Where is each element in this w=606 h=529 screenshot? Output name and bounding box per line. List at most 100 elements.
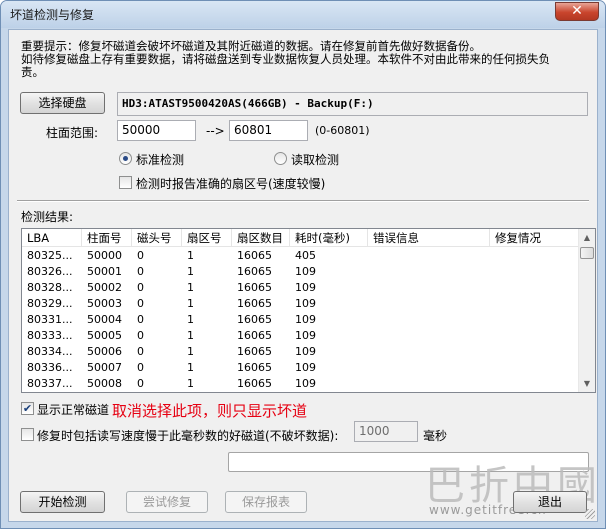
cell-sector-count: 16065 xyxy=(237,281,272,294)
cell-sector: 1 xyxy=(187,249,194,262)
show-normal-checkbox[interactable]: ✔ xyxy=(21,402,34,415)
cell-cylinder: 50008 xyxy=(87,377,122,390)
cell-sector: 1 xyxy=(187,265,194,278)
results-table[interactable]: LBA 柱面号 磁头号 扇区号 扇区数目 耗时(毫秒) 错误信息 修复情况 80… xyxy=(21,228,596,393)
cell-sector-count: 16065 xyxy=(237,313,272,326)
cell-cylinder: 50006 xyxy=(87,345,122,358)
slow-read-unit: 毫秒 xyxy=(423,429,448,443)
col-error-info[interactable]: 错误信息 xyxy=(368,229,490,247)
cell-lba: 80336... xyxy=(27,361,73,374)
resize-grip-icon[interactable] xyxy=(585,509,595,519)
cell-time-ms: 109 xyxy=(295,345,316,358)
table-row[interactable]: 80326... 50001 0 1 16065 109 xyxy=(22,264,580,280)
cell-cylinder: 50003 xyxy=(87,297,122,310)
cell-sector: 1 xyxy=(187,377,194,390)
cell-lba: 80326... xyxy=(27,265,73,278)
col-time-ms[interactable]: 耗时(毫秒) xyxy=(290,229,368,247)
cell-head: 0 xyxy=(137,361,144,374)
cell-cylinder: 50007 xyxy=(87,361,122,374)
read-check-label[interactable]: 读取检测 xyxy=(291,151,339,168)
cylinder-range-label: 柱面范围: xyxy=(46,126,99,140)
cylinder-to-input[interactable]: 60801 xyxy=(229,120,308,141)
cell-time-ms: 109 xyxy=(295,265,316,278)
table-row[interactable]: 80325... 50000 0 1 16065 405 xyxy=(22,248,580,264)
results-label: 检测结果: xyxy=(21,210,74,224)
cell-time-ms: 109 xyxy=(295,297,316,310)
cell-time-ms: 109 xyxy=(295,313,316,326)
close-button[interactable]: ✕ xyxy=(555,2,599,21)
cell-head: 0 xyxy=(137,377,144,390)
window-title: 坏道检测与修复 xyxy=(10,8,95,22)
try-repair-button[interactable]: 尝试修复 xyxy=(126,491,208,513)
results-table-header: LBA 柱面号 磁头号 扇区号 扇区数目 耗时(毫秒) 错误信息 修复情况 xyxy=(22,229,580,247)
results-scrollbar[interactable]: ▲ ▼ xyxy=(578,229,595,392)
cell-sector: 1 xyxy=(187,329,194,342)
cell-sector: 1 xyxy=(187,361,194,374)
section-divider xyxy=(17,200,589,202)
cell-head: 0 xyxy=(137,249,144,262)
cell-time-ms: 109 xyxy=(295,361,316,374)
table-row[interactable]: 80334... 50006 0 1 16065 109 xyxy=(22,344,580,360)
slow-read-checkbox[interactable] xyxy=(21,428,34,441)
cell-lba: 80333... xyxy=(27,329,73,342)
notice-line-2: 如待修复磁盘上存有重要数据，请将磁盘送到专业数据恢复人员处理。本软件不对由此带来… xyxy=(21,53,550,66)
cell-head: 0 xyxy=(137,329,144,342)
cell-sector: 1 xyxy=(187,313,194,326)
close-icon: ✕ xyxy=(571,3,583,19)
cell-sector-count: 16065 xyxy=(237,265,272,278)
warning-notice: 重要提示：修复坏磁道会破坏坏磁道及其附近磁道的数据。请在修复前首先做好数据备份。… xyxy=(21,40,586,79)
start-scan-button[interactable]: 开始检测 xyxy=(20,491,105,513)
slow-read-ms-input[interactable]: 1000 xyxy=(354,421,418,442)
col-head[interactable]: 磁头号 xyxy=(132,229,182,247)
cell-sector: 1 xyxy=(187,297,194,310)
col-sector[interactable]: 扇区号 xyxy=(182,229,232,247)
cell-head: 0 xyxy=(137,265,144,278)
save-report-button[interactable]: 保存报表 xyxy=(225,491,307,513)
cell-cylinder: 50001 xyxy=(87,265,122,278)
col-sector-count[interactable]: 扇区数目 xyxy=(232,229,290,247)
table-row[interactable]: 80331... 50004 0 1 16065 109 xyxy=(22,312,580,328)
cell-sector-count: 16065 xyxy=(237,345,272,358)
notice-line-3: 责。 xyxy=(21,66,44,79)
cell-time-ms: 109 xyxy=(295,329,316,342)
scroll-up-icon[interactable]: ▲ xyxy=(579,229,595,246)
cell-lba: 80334... xyxy=(27,345,73,358)
cell-lba: 80329... xyxy=(27,297,73,310)
cell-sector-count: 16065 xyxy=(237,297,272,310)
table-row[interactable]: 80328... 50002 0 1 16065 109 xyxy=(22,280,580,296)
cell-cylinder: 50005 xyxy=(87,329,122,342)
col-cylinder[interactable]: 柱面号 xyxy=(82,229,132,247)
notice-line-1: 重要提示：修复坏磁道会破坏坏磁道及其附近磁道的数据。请在修复前首先做好数据备份。 xyxy=(21,40,481,53)
cell-time-ms: 109 xyxy=(295,281,316,294)
cell-time-ms: 109 xyxy=(295,377,316,390)
table-row[interactable]: 80329... 50003 0 1 16065 109 xyxy=(22,296,580,312)
read-check-radio[interactable] xyxy=(274,152,287,165)
standard-check-radio[interactable] xyxy=(119,152,132,165)
cell-cylinder: 50004 xyxy=(87,313,122,326)
cell-lba: 80325... xyxy=(27,249,73,262)
slow-read-label[interactable]: 修复时包括读写速度慢于此毫秒数的好磁道(不破坏数据): xyxy=(37,427,338,444)
table-row[interactable]: 80337... 50008 0 1 16065 109 xyxy=(22,376,580,392)
exit-button[interactable]: 退出 xyxy=(513,491,587,513)
scroll-down-icon[interactable]: ▼ xyxy=(579,375,595,392)
cell-head: 0 xyxy=(137,281,144,294)
cell-head: 0 xyxy=(137,345,144,358)
table-row[interactable]: 80333... 50005 0 1 16065 109 xyxy=(22,328,580,344)
scroll-thumb[interactable] xyxy=(580,247,594,259)
show-normal-label[interactable]: 显示正常磁道 xyxy=(37,401,109,418)
cylinder-from-input[interactable]: 50000 xyxy=(117,120,196,141)
dialog-window: 坏道检测与修复 ✕ 重要提示：修复坏磁道会破坏坏磁道及其附近磁道的数据。请在修复… xyxy=(0,0,606,529)
cell-sector-count: 16065 xyxy=(237,329,272,342)
col-repair-status[interactable]: 修复情况 xyxy=(490,229,580,247)
report-sector-label[interactable]: 检测时报告准确的扇区号(速度较慢) xyxy=(136,175,325,192)
table-row[interactable]: 80336... 50007 0 1 16065 109 xyxy=(22,360,580,376)
col-lba[interactable]: LBA xyxy=(22,229,82,247)
title-bar[interactable]: 坏道检测与修复 ✕ xyxy=(1,1,605,28)
cell-lba: 80328... xyxy=(27,281,73,294)
report-sector-checkbox[interactable] xyxy=(119,176,132,189)
standard-check-label[interactable]: 标准检测 xyxy=(136,151,184,168)
cell-sector: 1 xyxy=(187,281,194,294)
select-disk-button[interactable]: 选择硬盘 xyxy=(20,92,105,114)
cell-head: 0 xyxy=(137,297,144,310)
annotation-text: 取消选择此项，则只显示坏道 xyxy=(112,402,308,420)
